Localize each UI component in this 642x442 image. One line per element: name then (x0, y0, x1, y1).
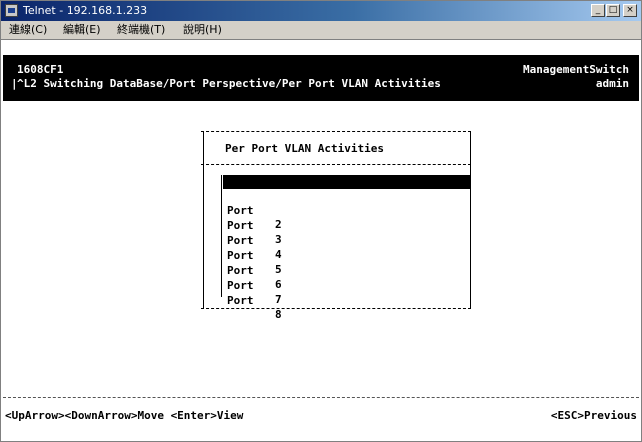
port-item-3[interactable]: Port 3 (223, 205, 471, 246)
port-item-6[interactable]: Port 6 (223, 250, 471, 291)
key-hint-navigation: <UpArrow><DownArrow>Move <Enter>View (5, 409, 244, 422)
menu-edit[interactable]: 編輯(E) (63, 23, 101, 37)
port-item-7[interactable]: Port 7 (223, 265, 471, 306)
menu-help[interactable]: 說明(H) (183, 23, 222, 37)
minimize-button[interactable]: _ (591, 4, 605, 17)
port-item-4[interactable]: Port 4 (223, 220, 471, 261)
title-bar[interactable]: Telnet - 192.168.1.233 _ □ × (1, 1, 641, 21)
close-button[interactable]: × (623, 4, 637, 17)
port-item-5[interactable]: Port 5 (223, 235, 471, 276)
menu-terminal[interactable]: 終端機(T) (117, 23, 165, 37)
box-bottom-border (201, 308, 471, 309)
port-label: Port (227, 294, 254, 307)
window-title: Telnet - 192.168.1.233 (23, 4, 148, 17)
per-port-vlan-menu: Per Port VLAN Activities Port 1 Port 2 P… (201, 131, 471, 321)
port-number: 7 (275, 293, 282, 306)
box-left-border (203, 131, 204, 309)
box-title-separator (201, 164, 471, 165)
port-number: 8 (275, 308, 282, 321)
footer-separator (3, 397, 639, 398)
terminal-screen[interactable]: 1608CF1 ManagementSwitch | ^L2 Switching… (3, 41, 639, 439)
telnet-window: Telnet - 192.168.1.233 _ □ × 連線(C) 編輯(E)… (0, 0, 642, 442)
port-item-8[interactable]: Port 8 (223, 280, 471, 321)
port-item-1[interactable]: Port 1 (223, 175, 471, 216)
menu-connect[interactable]: 連線(C) (9, 23, 47, 37)
port-item-2[interactable]: Port 2 (223, 190, 471, 231)
user-name: admin (595, 77, 629, 90)
menu-title: Per Port VLAN Activities (225, 142, 384, 155)
maximize-button[interactable]: □ (606, 4, 620, 17)
system-name: ManagementSwitch (523, 63, 629, 76)
terminal-header: 1608CF1 ManagementSwitch | ^L2 Switching… (3, 55, 639, 101)
telnet-app-icon (5, 4, 18, 17)
device-id: 1608CF1 (17, 63, 64, 76)
breadcrumb-path: ^L2 Switching DataBase/Port Perspective/… (17, 77, 441, 90)
list-left-border (221, 175, 222, 297)
key-hint-previous: <ESC>Previous (550, 409, 637, 422)
menu-bar: 連線(C) 編輯(E) 終端機(T) 說明(H) (1, 21, 641, 40)
box-top-border (201, 131, 471, 132)
